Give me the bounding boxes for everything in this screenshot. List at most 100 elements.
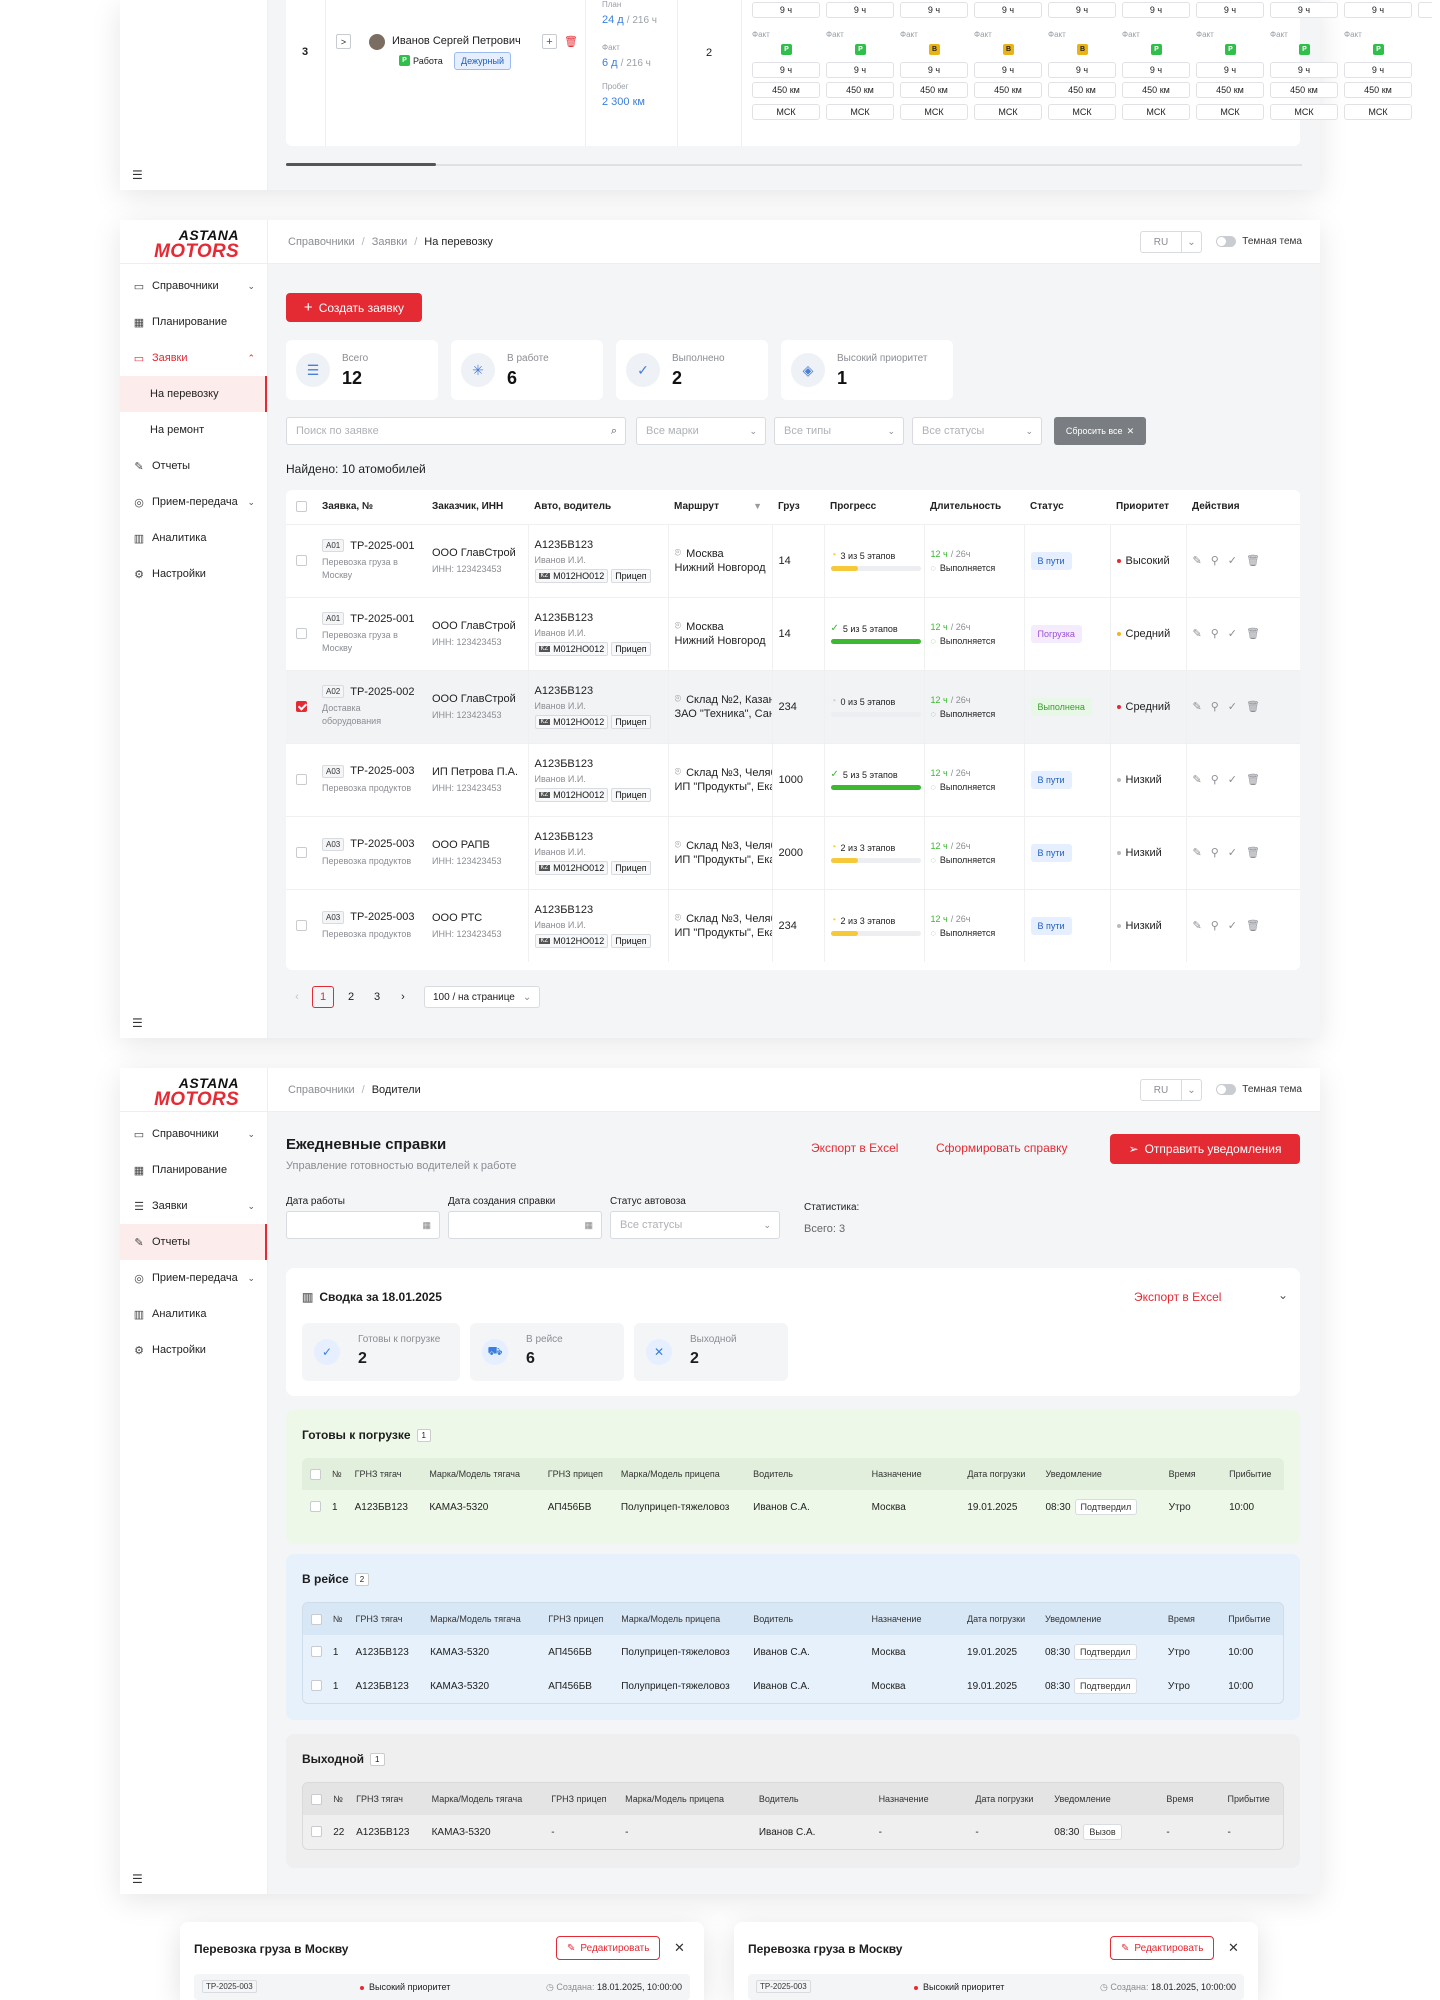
sidebar-item-analytics[interactable]: ▥ Аналитика bbox=[120, 520, 267, 556]
summary-export-link[interactable]: Экспорт в Excel bbox=[1134, 1290, 1221, 1304]
request-number[interactable]: ТР-2025-002 bbox=[350, 686, 414, 698]
sidebar-item-planning[interactable]: ▦ Планирование bbox=[120, 304, 267, 340]
trash-icon[interactable]: 🗑 bbox=[1246, 628, 1260, 640]
select-all-checkbox[interactable] bbox=[311, 1793, 322, 1805]
request-number[interactable]: ТР-2025-001 bbox=[350, 540, 414, 552]
check-icon[interactable]: ✓ bbox=[1228, 555, 1237, 567]
sidebar-item-reports[interactable]: ✎ Отчеты bbox=[120, 448, 267, 484]
row-checkbox[interactable] bbox=[311, 1680, 322, 1692]
table-row[interactable]: А03 ТР-2025-003 Перевозка продуктов ООО РТС… bbox=[286, 888, 1300, 962]
delete-icon[interactable]: 🗑 bbox=[564, 35, 578, 48]
sidebar-item-requests[interactable]: ☰ Заявки ⌄ bbox=[120, 1188, 267, 1224]
edit-icon[interactable]: ✎ bbox=[1193, 920, 1202, 932]
table-row[interactable]: 1 А123БВ123 КАМАЗ-5320 АП456БВ Полуприцеп-тя… bbox=[303, 1669, 1283, 1703]
language-select[interactable]: RU ⌄ bbox=[1140, 231, 1202, 253]
table-row[interactable]: А03 ТР-2025-003 Перевозка продуктов ИП Петр… bbox=[286, 742, 1300, 816]
sidebar-item-planning[interactable]: ▦ Планирование bbox=[120, 1152, 267, 1188]
collapse-icon[interactable]: ☰ bbox=[132, 1872, 143, 1886]
form-report-link[interactable]: Сформировать справку bbox=[936, 1141, 1068, 1155]
check-icon[interactable]: ✓ bbox=[1228, 920, 1237, 932]
edit-icon[interactable]: ✎ bbox=[1193, 847, 1202, 859]
assign-icon[interactable]: ⚲ bbox=[1211, 920, 1219, 932]
trash-icon[interactable]: 🗑 bbox=[1246, 847, 1260, 859]
notification-state[interactable]: Вызов bbox=[1083, 1824, 1122, 1840]
close-icon[interactable]: ✕ bbox=[1228, 1940, 1239, 1956]
table-row[interactable]: А01 ТР-2025-001 Перевозка груза в Москву ОО… bbox=[286, 596, 1300, 670]
table-row[interactable]: 1 А123БВ123 КАМАЗ-5320 АП456БВ Полуприцеп-тя… bbox=[302, 1490, 1284, 1524]
sidebar-item-reports[interactable]: ✎ Отчеты bbox=[120, 1224, 267, 1260]
edit-button[interactable]: ✎ Редактировать bbox=[556, 1936, 661, 1960]
check-icon[interactable]: ✓ bbox=[1228, 847, 1237, 859]
table-row[interactable]: А02 ТР-2025-002 Доставка оборудования ООО Г… bbox=[286, 669, 1300, 743]
check-icon[interactable]: ✓ bbox=[1228, 701, 1237, 713]
row-checkbox[interactable] bbox=[296, 774, 307, 786]
filter-types[interactable]: Все типы ⌄ bbox=[774, 417, 904, 445]
assign-icon[interactable]: ⚲ bbox=[1211, 774, 1219, 786]
search-input[interactable]: Поиск по заявке ⌕ bbox=[286, 417, 626, 445]
breadcrumb-refs[interactable]: Справочники bbox=[288, 1084, 355, 1096]
create-date-input[interactable]: ▦ bbox=[448, 1211, 602, 1239]
check-icon[interactable]: ✓ bbox=[1228, 628, 1237, 640]
filter-brands[interactable]: Все марки ⌄ bbox=[636, 417, 766, 445]
chevron-down-icon[interactable]: ⌄ bbox=[1278, 1288, 1288, 1302]
page-1[interactable]: 1 bbox=[312, 986, 334, 1008]
status-select[interactable]: Все статусы ⌄ bbox=[610, 1211, 780, 1239]
filter-statuses[interactable]: Все статусы ⌄ bbox=[912, 417, 1042, 445]
page-2[interactable]: 2 bbox=[338, 991, 364, 1003]
sidebar-item-transport[interactable]: На перевозку bbox=[120, 376, 267, 412]
row-checkbox[interactable] bbox=[311, 1826, 322, 1838]
next-page-icon[interactable]: › bbox=[390, 991, 416, 1003]
sidebar-item-requests[interactable]: ▭ Заявки ⌃ bbox=[120, 340, 267, 376]
edit-button[interactable]: ✎ Редактировать bbox=[1110, 1936, 1215, 1960]
edit-icon[interactable]: ✎ bbox=[1193, 774, 1202, 786]
notification-state[interactable]: Подтвердил bbox=[1074, 1678, 1137, 1694]
breadcrumb-refs[interactable]: Справочники bbox=[288, 236, 355, 248]
sidebar-item-settings[interactable]: ⚙ Настройки bbox=[120, 556, 267, 592]
send-notifications-button[interactable]: ➢ Отправить уведомления bbox=[1110, 1134, 1300, 1164]
table-row[interactable]: 1 А123БВ123 КАМАЗ-5320 АП456БВ Полуприцеп-тя… bbox=[303, 1635, 1283, 1669]
trash-icon[interactable]: 🗑 bbox=[1246, 920, 1260, 932]
sidebar-item-settings[interactable]: ⚙ Настройки bbox=[120, 1332, 267, 1368]
work-date-input[interactable]: ▦ bbox=[286, 1211, 440, 1239]
select-all-checkbox[interactable] bbox=[311, 1613, 322, 1625]
request-number[interactable]: ТР-2025-003 bbox=[350, 838, 414, 850]
notification-state[interactable]: Подтвердил bbox=[1074, 1644, 1137, 1660]
sidebar-item-refs[interactable]: ▭ Справочники ⌄ bbox=[120, 1116, 267, 1152]
assign-icon[interactable]: ⚲ bbox=[1211, 628, 1219, 640]
sidebar-item-refs[interactable]: ▭ Справочники ⌄ bbox=[120, 268, 267, 304]
sidebar-item-handover[interactable]: ◎ Прием-передача ⌄ bbox=[120, 1260, 267, 1296]
page-3[interactable]: 3 bbox=[364, 991, 390, 1003]
request-number[interactable]: ТР-2025-003 bbox=[350, 911, 414, 923]
select-all-checkbox[interactable] bbox=[296, 501, 307, 513]
filter-icon[interactable]: ▼ bbox=[753, 501, 762, 511]
horizontal-scrollbar[interactable] bbox=[286, 163, 1302, 166]
scrollbar-thumb[interactable] bbox=[286, 163, 436, 166]
row-checkbox[interactable] bbox=[310, 1501, 321, 1513]
theme-toggle[interactable]: Темная тема bbox=[1216, 1084, 1302, 1095]
sidebar-item-analytics[interactable]: ▥ Аналитика bbox=[120, 1296, 267, 1332]
edit-icon[interactable]: ✎ bbox=[1193, 555, 1202, 567]
close-icon[interactable]: ✕ bbox=[674, 1940, 685, 1956]
trash-icon[interactable]: 🗑 bbox=[1246, 774, 1260, 786]
assign-icon[interactable]: ⚲ bbox=[1211, 701, 1219, 713]
theme-toggle[interactable]: Темная тема bbox=[1216, 236, 1302, 247]
row-checkbox[interactable] bbox=[296, 701, 307, 713]
assign-icon[interactable]: ⚲ bbox=[1211, 555, 1219, 567]
row-checkbox[interactable] bbox=[311, 1646, 322, 1658]
select-all-checkbox[interactable] bbox=[310, 1468, 321, 1480]
add-icon[interactable]: + bbox=[542, 34, 557, 49]
reset-filters-button[interactable]: Сбросить все ✕ bbox=[1054, 417, 1146, 445]
export-excel-link[interactable]: Экспорт в Excel bbox=[811, 1141, 898, 1155]
prev-page-icon[interactable]: ‹ bbox=[286, 991, 308, 1003]
edit-icon[interactable]: ✎ bbox=[1193, 701, 1202, 713]
row-checkbox[interactable] bbox=[296, 628, 307, 640]
table-row[interactable]: А03 ТР-2025-003 Перевозка продуктов ООО РАП… bbox=[286, 815, 1300, 889]
collapse-icon[interactable]: ☰ bbox=[132, 168, 143, 182]
row-checkbox[interactable] bbox=[296, 555, 307, 567]
expand-button[interactable]: > bbox=[336, 34, 351, 49]
request-number[interactable]: ТР-2025-001 bbox=[350, 613, 414, 625]
table-row[interactable]: 22 А123БВ123 КАМАЗ-5320- - Иванов С.А. - -08:3… bbox=[303, 1815, 1283, 1849]
breadcrumb-requests[interactable]: Заявки bbox=[372, 236, 408, 248]
assign-icon[interactable]: ⚲ bbox=[1211, 847, 1219, 859]
per-page-select[interactable]: 100 / на странице ⌄ bbox=[424, 986, 541, 1008]
